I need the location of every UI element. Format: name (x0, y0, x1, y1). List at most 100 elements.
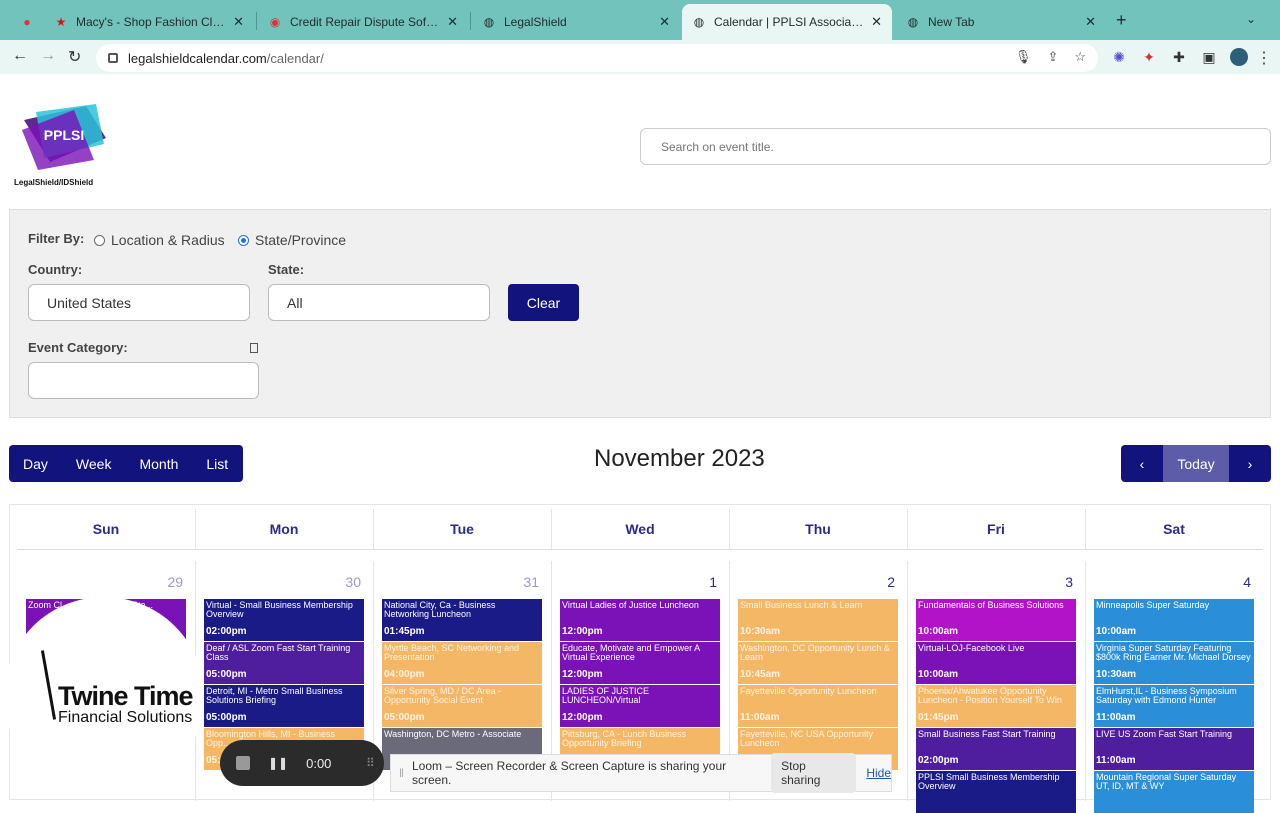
calendar-event[interactable]: Silver Spring, MD / DC Area - Opportunit… (382, 685, 542, 727)
calendar-event[interactable]: Virtual - Small Business Membership Over… (204, 599, 364, 641)
close-icon[interactable]: ✕ (1085, 14, 1096, 30)
day-number[interactable]: 29 (143, 574, 183, 590)
browser-toolbar: ← → ↻ legalshieldcalendar.com/calendar/ … (0, 40, 1280, 74)
extension-icon[interactable]: ✦ (1140, 48, 1158, 66)
close-icon[interactable]: ✕ (447, 14, 458, 30)
calendar-event[interactable]: Fundamentals of Business Solutions 10:00a… (916, 599, 1076, 641)
radio-state-province[interactable]: State/Province (238, 232, 346, 248)
next-button[interactable]: › (1229, 445, 1271, 482)
calendar-event[interactable]: Virginia Super Saturday Featuring $800k … (1094, 642, 1254, 684)
event-category-select[interactable] (28, 362, 259, 399)
day-number[interactable]: 3 (1033, 574, 1073, 590)
forward-arrow-icon[interactable]: → (40, 47, 56, 65)
tab-label: Credit Repair Dispute Software (290, 15, 442, 29)
tab-new[interactable]: ◍ New Tab ✕ (896, 4, 1106, 40)
back-arrow-icon[interactable]: ← (12, 47, 28, 65)
calendar-event[interactable]: Small Business Lunch & Learn 10:30am (738, 599, 898, 641)
view-month-button[interactable]: Month (125, 456, 192, 472)
stop-sharing-button[interactable]: Stop sharing (771, 753, 857, 793)
day-number[interactable]: 2 (855, 574, 895, 590)
sidepanel-icon[interactable]: ▣ (1200, 48, 1218, 66)
share-icon[interactable]: ⇪ (1047, 49, 1058, 65)
calendar-event[interactable]: Virtual-LOJ-Facebook Live 10:00am (916, 642, 1076, 684)
calendar-event[interactable]: Washington, DC Opportunity Lunch & Learn… (738, 642, 898, 684)
calendar-event[interactable]: PPLSI Small Business Membership Overview (916, 771, 1076, 813)
state-select[interactable]: All (268, 284, 490, 321)
day-number[interactable]: 4 (1211, 574, 1251, 590)
calendar-event[interactable]: Deaf / ASL Zoom Fast Start Training Clas… (204, 642, 364, 684)
day-number[interactable]: 1 (677, 574, 717, 590)
column-divider (907, 509, 908, 549)
clear-button[interactable]: Clear (508, 284, 579, 321)
microphone-icon[interactable]: 🎙 (1015, 49, 1032, 65)
event-title: Small Business Fast Start Training (918, 730, 1056, 739)
calendar-event[interactable]: Mountain Regional Super Saturday UT, ID,… (1094, 771, 1254, 813)
profile-avatar[interactable] (1230, 48, 1248, 66)
calendar-event[interactable]: Virtual Ladies of Justice Luncheon 12:00p… (560, 599, 720, 641)
event-title: Myrtle Beach, SC Networking and Presenta… (384, 644, 520, 662)
calendar-event[interactable]: Phoenix/Ahwatukee Opportunity Luncheon -… (916, 685, 1076, 727)
radio-circle[interactable] (94, 234, 105, 246)
tab-legalshield[interactable]: ◍ LegalShield ✕ (472, 4, 680, 40)
event-time: 10:45am (740, 669, 781, 680)
new-tab-button[interactable]: + (1116, 10, 1127, 31)
view-day-button[interactable]: Day (9, 456, 62, 472)
radio-circle-selected[interactable] (238, 234, 249, 246)
stop-record-icon[interactable] (236, 756, 250, 770)
category-checkbox[interactable] (250, 343, 258, 353)
calendar-event[interactable]: Minneapolis Super Saturday 10:00am (1094, 599, 1254, 641)
record-timer: 0:00 (306, 755, 332, 771)
close-icon[interactable]: ✕ (659, 14, 670, 30)
calendar-event[interactable]: Fayetteville Opportunity Luncheon 11:00am (738, 685, 898, 727)
calendar-event[interactable]: Myrtle Beach, SC Networking and Presenta… (382, 642, 542, 684)
event-time: 04:00pm (384, 669, 425, 680)
prev-button[interactable]: ‹ (1121, 445, 1163, 482)
calendar-event[interactable]: LIVE US Zoom Fast Start Training 11:00am (1094, 728, 1254, 770)
weekday-header: Fri (987, 521, 1005, 537)
day-number[interactable]: 31 (499, 574, 539, 590)
calendar-event[interactable]: ElmHurst,IL - Business Symposium Saturda… (1094, 685, 1254, 727)
address-bar[interactable]: legalshieldcalendar.com/calendar/ 🎙 ⇪ ☆ (96, 44, 1098, 72)
reload-icon[interactable]: ↻ (68, 47, 81, 67)
view-list-button[interactable]: List (192, 456, 242, 472)
weekday-header: Mon (269, 521, 299, 537)
event-title: Detroit, MI - Metro Small Business Solut… (206, 687, 343, 705)
column-divider (551, 509, 552, 549)
country-select[interactable]: United States (28, 284, 250, 321)
extension-badge-icon[interactable]: ✺ (1110, 48, 1128, 66)
weekday-header: Tue (450, 521, 474, 537)
drag-handle-icon[interactable]: ‖ (399, 766, 404, 780)
view-week-button[interactable]: Week (62, 456, 126, 472)
today-button[interactable]: Today (1163, 445, 1229, 482)
tab-calendar[interactable]: ◍ Calendar | PPLSI Associates ✕ (682, 4, 892, 40)
bookmark-star-icon[interactable]: ☆ (1074, 49, 1086, 65)
calendar-event[interactable]: Detroit, MI - Metro Small Business Solut… (204, 685, 364, 727)
event-title: Educate, Motivate and Empower A Virtual … (562, 644, 700, 662)
calendar-event[interactable]: LADIES OF JUSTICE LUNCHEON/Virtual 12:00p… (560, 685, 720, 727)
calendar-event[interactable]: Small Business Fast Start Training 02:00p… (916, 728, 1076, 770)
radio-location-radius[interactable]: Location & Radius (94, 232, 225, 248)
column-divider (729, 509, 730, 549)
event-time: 11:00am (740, 712, 780, 723)
close-icon[interactable]: ✕ (233, 14, 244, 30)
tab-label: Macy's - Shop Fashion Clothing (76, 15, 227, 29)
event-time: 01:45pm (384, 626, 425, 637)
more-menu-icon[interactable]: ⋮ (1256, 48, 1272, 68)
hide-link[interactable]: Hide (866, 766, 891, 780)
puzzle-icon[interactable]: ✚ (1170, 48, 1188, 66)
tab-credit-repair[interactable]: ◉ Credit Repair Dispute Software ✕ (258, 4, 468, 40)
pause-icon[interactable]: ❚❚ (268, 756, 288, 770)
tab-macys[interactable]: ★ Macy's - Shop Fashion Clothing ✕ (44, 4, 254, 40)
filter-panel: Filter By: Location & Radius State/Provi… (9, 209, 1271, 418)
calendar-event[interactable]: National City, Ca - Business Networking … (382, 599, 542, 641)
close-icon[interactable]: ✕ (871, 14, 882, 30)
chevron-down-icon[interactable]: ⌄ (1246, 12, 1256, 26)
recording-tab[interactable]: ● (10, 4, 40, 40)
event-title: Minneapolis Super Saturday (1096, 601, 1210, 610)
calendar-event[interactable]: Educate, Motivate and Empower A Virtual … (560, 642, 720, 684)
drag-handle-icon[interactable]: ⠿ (366, 756, 375, 770)
event-time: 02:00pm (918, 755, 959, 766)
event-search-input[interactable] (640, 128, 1271, 165)
event-title: Phoenix/Ahwatukee Opportunity Luncheon -… (918, 687, 1062, 705)
day-number[interactable]: 30 (321, 574, 361, 590)
